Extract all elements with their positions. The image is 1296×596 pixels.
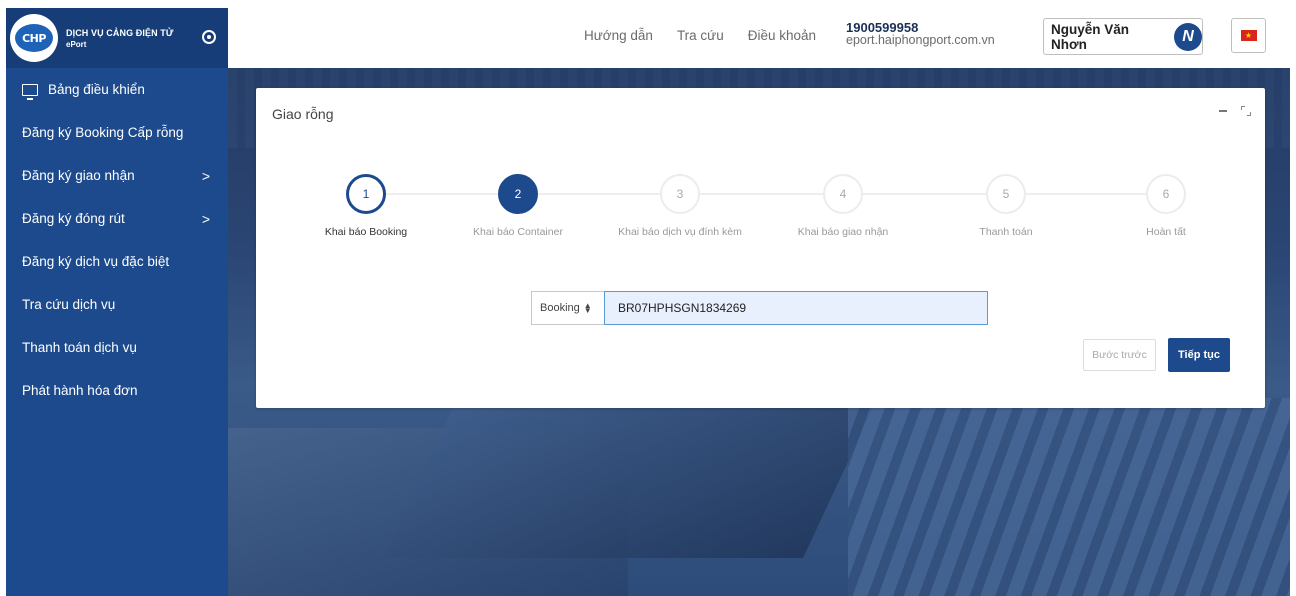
progress-stepper: 1 Khai báo Booking 2 Khai báo Container … xyxy=(296,174,1246,244)
background-ship xyxy=(383,408,873,558)
step-circle: 5 xyxy=(986,174,1026,214)
website-link[interactable]: eport.haiphongport.com.vn xyxy=(846,34,995,47)
step-5[interactable]: 5 Thanh toán xyxy=(936,174,1076,238)
sidebar-item-delivery-registration[interactable]: Đăng ký giao nhận > xyxy=(6,154,228,197)
brand-header: CHP DỊCH VỤ CẢNG ĐIỆN TỬ ePort xyxy=(6,8,228,68)
user-avatar: N xyxy=(1174,22,1202,51)
step-label: Thanh toán xyxy=(979,226,1033,238)
user-name: Nguyễn Văn Nhơn xyxy=(1051,21,1130,52)
empty-delivery-card: Giao rỗng 1 Khai báo Booking 2 Khai báo … xyxy=(256,88,1265,408)
sidebar-item-booking-empty[interactable]: Đăng ký Booking Cấp rỗng xyxy=(6,111,228,154)
step-label: Hoàn tất xyxy=(1146,226,1186,238)
port-logo[interactable]: CHP xyxy=(10,14,58,62)
step-label: Khai báo Booking xyxy=(324,226,408,238)
brand-subtitle: ePort xyxy=(66,39,87,49)
booking-search-row: Booking ▲ ▼ xyxy=(531,291,988,325)
card-title: Giao rỗng xyxy=(272,106,334,122)
background-dock xyxy=(848,398,1290,596)
sidebar-item-payment[interactable]: Thanh toán dịch vụ xyxy=(6,326,228,369)
sidebar-item-label: Đăng ký Booking Cấp rỗng xyxy=(22,125,184,140)
sidebar-item-label: Đăng ký đóng rút xyxy=(22,211,125,226)
sidebar-item-invoice[interactable]: Phát hành hóa đơn xyxy=(6,369,228,412)
sidebar: CHP DỊCH VỤ CẢNG ĐIỆN TỬ ePort Bảng điều… xyxy=(6,8,228,596)
search-type-select[interactable]: Booking ▲ ▼ xyxy=(531,291,604,325)
link-guide[interactable]: Hướng dẫn xyxy=(584,28,653,43)
step-4[interactable]: 4 Khai báo giao nhận xyxy=(773,174,913,238)
fullscreen-icon[interactable] xyxy=(1241,106,1251,116)
step-3[interactable]: 3 Khai báo dịch vụ đính kèm xyxy=(610,174,750,238)
sidebar-item-label: Đăng ký dịch vụ đặc biệt xyxy=(22,254,170,269)
sort-arrows-icon: ▲ ▼ xyxy=(583,301,592,315)
step-6[interactable]: 6 Hoàn tất xyxy=(1096,174,1236,238)
sidebar-toggle-icon[interactable] xyxy=(202,30,216,44)
vietnam-flag-icon: ★ xyxy=(1240,30,1257,41)
sidebar-item-label: Tra cứu dịch vụ xyxy=(22,297,116,312)
sidebar-item-label: Phát hành hóa đơn xyxy=(22,383,138,398)
step-circle: 4 xyxy=(823,174,863,214)
sidebar-item-dashboard[interactable]: Bảng điều khiển xyxy=(6,68,228,111)
search-type-value: Booking xyxy=(540,302,580,314)
sidebar-item-stuffing-registration[interactable]: Đăng ký đóng rút > xyxy=(6,197,228,240)
step-circle: 6 xyxy=(1146,174,1186,214)
user-menu-button[interactable]: Nguyễn Văn Nhơn N xyxy=(1043,18,1203,55)
chevron-right-icon: > xyxy=(201,211,210,227)
booking-number-input[interactable] xyxy=(604,291,988,325)
chevron-right-icon: > xyxy=(201,168,210,184)
step-circle: 1 xyxy=(346,174,386,214)
step-circle: 2 xyxy=(498,174,538,214)
minimize-icon[interactable] xyxy=(1219,110,1227,112)
sidebar-item-label: Đăng ký giao nhận xyxy=(22,168,135,183)
sidebar-nav: Bảng điều khiển Đăng ký Booking Cấp rỗng… xyxy=(6,68,228,412)
logo-text: CHP xyxy=(22,31,46,45)
link-lookup[interactable]: Tra cứu xyxy=(677,28,724,43)
step-circle: 3 xyxy=(660,174,700,214)
sidebar-item-service-lookup[interactable]: Tra cứu dịch vụ xyxy=(6,283,228,326)
step-label: Khai báo Container xyxy=(473,226,563,238)
step-1[interactable]: 1 Khai báo Booking xyxy=(296,174,436,238)
top-links: Hướng dẫn Tra cứu Điều khoản xyxy=(584,28,840,43)
language-button[interactable]: ★ xyxy=(1231,18,1266,53)
monitor-icon xyxy=(22,83,38,100)
next-step-button[interactable]: Tiếp tục xyxy=(1168,338,1230,372)
top-header: Hướng dẫn Tra cứu Điều khoản 1900599958 … xyxy=(228,8,1290,68)
contact-info: 1900599958 eport.haiphongport.com.vn xyxy=(846,21,995,47)
step-2[interactable]: 2 Khai báo Container xyxy=(448,174,588,238)
card-tools xyxy=(1219,106,1251,116)
step-label: Khai báo dịch vụ đính kèm xyxy=(618,226,742,238)
previous-step-button[interactable]: Bước trước xyxy=(1083,339,1156,371)
link-terms[interactable]: Điều khoản xyxy=(748,28,816,43)
brand-text: DỊCH VỤ CẢNG ĐIỆN TỬ ePort xyxy=(66,28,173,49)
sidebar-item-label: Bảng điều khiển xyxy=(48,82,145,97)
sidebar-item-special-service[interactable]: Đăng ký dịch vụ đặc biệt xyxy=(6,240,228,283)
logo-inner: CHP xyxy=(15,24,53,52)
brand-title: DỊCH VỤ CẢNG ĐIỆN TỬ xyxy=(66,27,174,38)
step-label: Khai báo giao nhận xyxy=(797,226,889,238)
sidebar-item-label: Thanh toán dịch vụ xyxy=(22,340,137,355)
